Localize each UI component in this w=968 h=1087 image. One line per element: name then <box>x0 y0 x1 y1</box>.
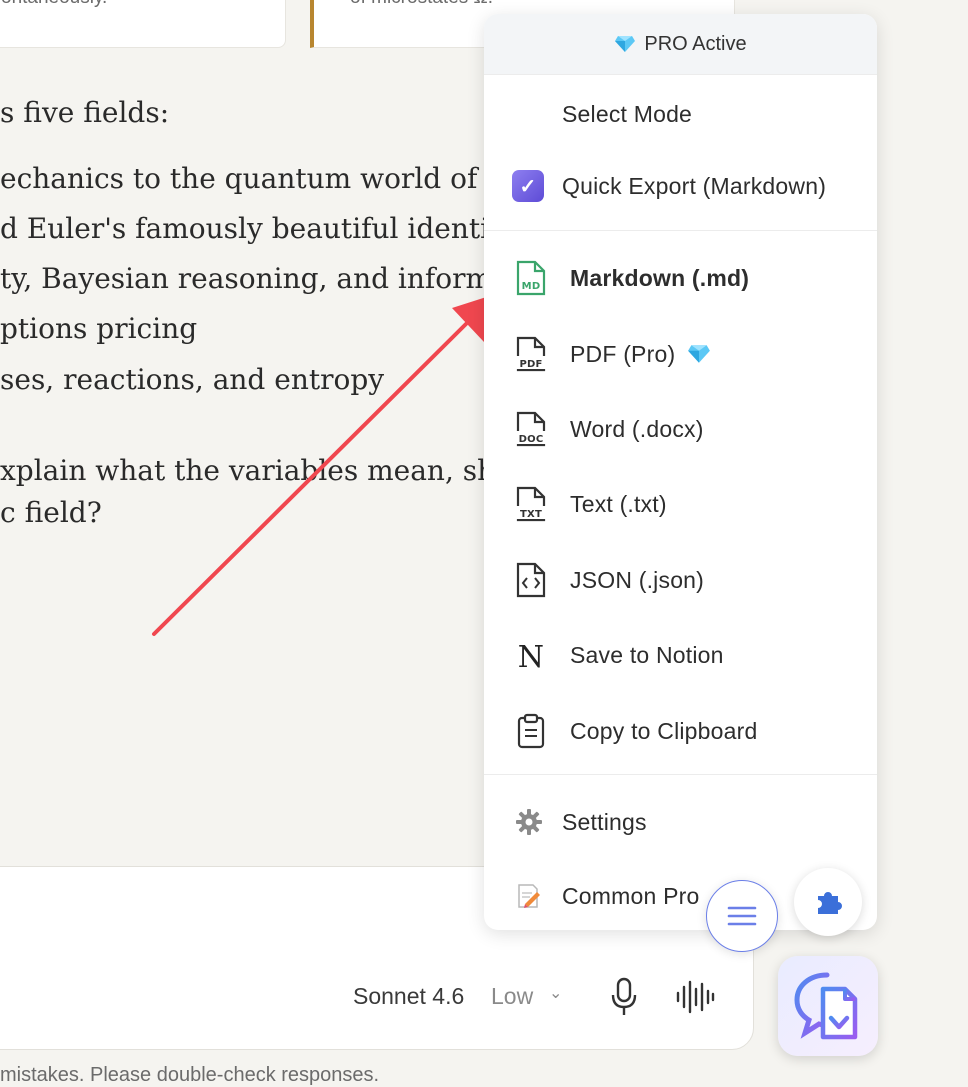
common-prompts-label: Common Pro <box>562 882 700 909</box>
export-markdown-item[interactable]: MD Markdown (.md) <box>484 258 877 298</box>
effort-selector[interactable]: Low <box>491 983 533 1010</box>
notion-glyph: N <box>518 640 544 673</box>
diamond-icon <box>615 36 636 52</box>
menu-toggle-button[interactable] <box>706 880 778 952</box>
microphone-icon[interactable] <box>609 977 639 1017</box>
checkbox-checked-icon[interactable]: ✓ <box>512 170 544 202</box>
copy-to-clipboard-item[interactable]: Copy to Clipboard <box>484 711 877 751</box>
chevron-down-icon[interactable]: ⌄ <box>549 983 562 1003</box>
list-item: ptions pricing <box>0 312 198 345</box>
select-mode-label: Select Mode <box>562 100 693 127</box>
export-text-item[interactable]: TXT Text (.txt) <box>484 484 877 524</box>
settings-item[interactable]: Settings <box>484 802 877 842</box>
memo-icon <box>518 884 540 908</box>
puzzle-icon <box>818 892 842 914</box>
divider <box>484 774 877 775</box>
select-mode-item[interactable]: Select Mode <box>484 94 877 134</box>
clipboard-icon <box>517 713 545 749</box>
voice-mode-icon[interactable] <box>675 979 715 1015</box>
md-file-icon: MD <box>516 260 546 296</box>
extension-button[interactable] <box>794 868 862 936</box>
copy-to-clipboard-label: Copy to Clipboard <box>570 717 758 744</box>
json-file-icon <box>516 562 546 598</box>
message-intro: s five fields: <box>0 96 170 129</box>
card-text: ontaneously. <box>1 0 107 9</box>
list-item: ty, Bayesian reasoning, and informat <box>0 262 521 295</box>
disclaimer: mistakes. Please double-check responses. <box>0 1064 380 1086</box>
file-tag: MD <box>522 281 541 292</box>
export-menu-panel: PRO Active Select Mode ✓ Quick Export (M… <box>484 14 877 930</box>
export-pdf-item[interactable]: PDF PDF (Pro) <box>484 334 877 374</box>
save-to-notion-item[interactable]: N Save to Notion <box>484 635 877 675</box>
hamburger-icon <box>727 906 757 926</box>
model-selector[interactable]: Sonnet 4.6 <box>353 983 464 1010</box>
response-card-left: ontaneously. <box>0 0 286 48</box>
settings-label: Settings <box>562 808 647 835</box>
question-line: c field? <box>0 496 102 529</box>
doc-file-icon: DOC <box>516 411 546 447</box>
file-tag: TXT <box>520 509 542 520</box>
pro-status-header: PRO Active <box>484 14 877 75</box>
message-question: xplain what the variables mean, show c f… <box>0 450 536 534</box>
gear-icon <box>516 809 542 835</box>
list-item: echanics to the quantum world of Sc <box>0 162 522 195</box>
quick-export-label: Quick Export (Markdown) <box>562 172 827 199</box>
export-word-item[interactable]: DOC Word (.docx) <box>484 409 877 449</box>
list-item: ses, reactions, and entropy <box>0 363 385 396</box>
export-pdf-label: PDF (Pro) <box>570 340 676 367</box>
notion-icon: N <box>518 640 544 673</box>
question-line: xplain what the variables mean, show <box>0 454 536 487</box>
save-to-notion-label: Save to Notion <box>570 641 724 668</box>
pro-status-label: PRO Active <box>644 32 747 55</box>
txt-file-icon: TXT <box>516 486 546 522</box>
pdf-file-icon: PDF <box>516 336 546 372</box>
diamond-icon <box>688 345 711 363</box>
export-word-label: Word (.docx) <box>570 415 704 442</box>
list-item: d Euler's famously beautiful identitie <box>0 212 526 245</box>
quick-export-toggle[interactable]: ✓ Quick Export (Markdown) <box>484 166 877 206</box>
chat-export-icon <box>794 972 858 1040</box>
export-text-label: Text (.txt) <box>570 490 667 517</box>
export-json-item[interactable]: JSON (.json) <box>484 560 877 600</box>
export-json-label: JSON (.json) <box>570 566 705 593</box>
divider <box>484 230 877 231</box>
file-tag: PDF <box>519 359 542 370</box>
file-tag: DOC <box>519 434 544 445</box>
card-text: of microstates Ω. <box>350 0 493 9</box>
exporter-app-button[interactable] <box>778 956 878 1056</box>
export-markdown-label: Markdown (.md) <box>570 264 750 291</box>
